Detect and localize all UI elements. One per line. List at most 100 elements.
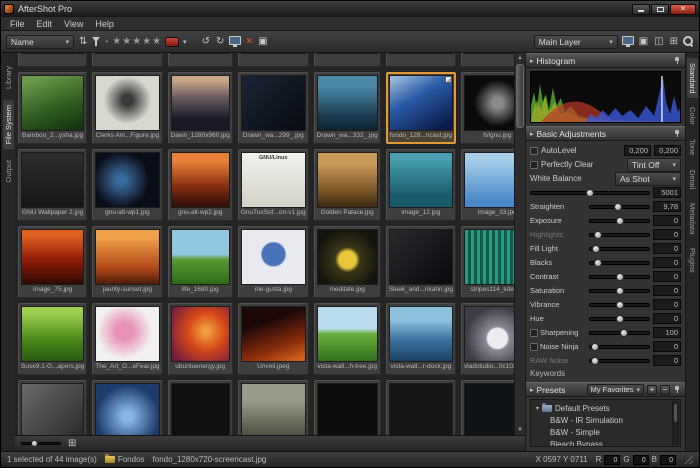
slider-handle[interactable] (616, 301, 624, 309)
slider[interactable] (589, 303, 650, 307)
slider[interactable] (589, 359, 650, 363)
basic-adjustments-header[interactable]: ▸ Basic Adjustments (526, 126, 685, 141)
slider[interactable] (589, 275, 650, 279)
thumbnail[interactable] (18, 380, 87, 435)
menu-view[interactable]: View (58, 18, 89, 30)
thumbnail[interactable] (314, 380, 381, 435)
slider[interactable] (589, 289, 650, 293)
autolevel-checkbox[interactable] (530, 147, 538, 155)
adjustment-value[interactable]: 0 (653, 229, 681, 240)
preset-item[interactable]: B&W - IR Simulation (532, 414, 679, 426)
scrollbar-thumb[interactable] (516, 64, 524, 128)
preset-scrollbar[interactable] (672, 401, 679, 445)
adjustment-value[interactable]: 0 (653, 243, 681, 254)
scroll-up-icon[interactable]: ▲ (515, 53, 525, 63)
menu-edit[interactable]: Edit (31, 18, 59, 30)
maximize-button[interactable] (651, 4, 669, 15)
slider[interactable] (589, 205, 650, 209)
sort-field-dropdown[interactable]: Name ▾ (6, 35, 74, 49)
vertical-scrollbar[interactable]: ▲ ▼ (514, 53, 525, 435)
thumbnail-selected[interactable]: fondo_128...ncast.jpg (386, 72, 456, 144)
tab-plugins[interactable]: Plugins (687, 243, 698, 278)
preset-item[interactable]: B&W - Simple (532, 426, 679, 438)
slider[interactable] (530, 191, 650, 195)
tab-color[interactable]: Color (687, 102, 698, 130)
thumbnail[interactable] (238, 53, 309, 67)
thumbnail-size-slider[interactable] (21, 442, 61, 445)
titlebar[interactable]: AfterShot Pro × (1, 1, 699, 17)
slider-handle[interactable] (620, 329, 628, 337)
adjustment-value[interactable]: 0 (653, 257, 681, 268)
layout-split-icon[interactable]: ◫ (653, 37, 664, 47)
filter-icon[interactable] (92, 37, 101, 47)
adjustment-value[interactable]: 0 (653, 299, 681, 310)
slider-handle[interactable] (31, 440, 38, 447)
snapshot-icon[interactable]: ▣ (257, 37, 268, 47)
slider-handle[interactable] (594, 259, 602, 267)
tab-tone[interactable]: Tone (687, 134, 698, 160)
menu-help[interactable]: Help (89, 18, 120, 30)
slider-handle[interactable] (591, 343, 599, 351)
slider[interactable] (589, 331, 650, 335)
slider-handle[interactable] (594, 231, 602, 239)
thumbnail[interactable] (168, 53, 233, 67)
star-icon[interactable]: ★ (152, 36, 161, 47)
add-preset-button[interactable]: + (647, 385, 657, 395)
thumbnail[interactable] (92, 53, 162, 67)
slider[interactable] (589, 317, 650, 321)
slider-handle[interactable] (591, 357, 599, 365)
thumbnail[interactable]: gnu-alt-wp2.jpg (168, 149, 233, 221)
adjustment-value[interactable]: 100 (653, 327, 681, 338)
checkbox[interactable] (530, 329, 538, 337)
tab-metadata[interactable]: Metadata (687, 198, 698, 239)
thumbnail[interactable]: jaunty-sunset.jpg (92, 226, 162, 298)
thumbnail[interactable]: Drawn_wa...299_.jpg (238, 72, 309, 144)
thumbnail[interactable] (18, 53, 87, 67)
thumbnail[interactable] (92, 380, 162, 435)
star-icon[interactable]: ★ (112, 36, 121, 47)
slider-handle[interactable] (592, 245, 600, 253)
layer-dropdown[interactable]: Main Layer ▾ (534, 35, 618, 49)
pin-icon[interactable] (673, 129, 681, 138)
thumbnail[interactable] (238, 380, 309, 435)
preset-folder[interactable]: ▾Default Presets (532, 402, 679, 414)
white-balance-dropdown[interactable]: As Shot ▾ (615, 172, 681, 186)
tab-standard[interactable]: Standard (687, 58, 698, 98)
reject-icon[interactable]: × (245, 37, 253, 47)
thumbnail[interactable]: Suse9.1-G...apers.jpg (18, 303, 87, 375)
adjustment-value[interactable]: 0 (653, 341, 681, 352)
chevron-down-icon[interactable]: ▾ (183, 38, 187, 46)
slider[interactable] (589, 261, 650, 265)
thumbnail[interactable]: life_1680.jpg (168, 226, 233, 298)
tab-file-system[interactable]: File System (3, 100, 14, 149)
slider[interactable] (589, 233, 650, 237)
thumbnail[interactable]: Drawn_wa...332_.jpg (314, 72, 381, 144)
slideshow-icon[interactable] (229, 36, 241, 45)
perfectly-clear-checkbox[interactable] (530, 161, 538, 169)
slider-handle[interactable] (616, 273, 624, 281)
autolevel-high-field[interactable]: 0,200 (654, 145, 681, 156)
adjustment-value[interactable]: 0 (653, 285, 681, 296)
slider-handle[interactable] (616, 287, 624, 295)
histogram-header[interactable]: ▸ Histogram (526, 53, 685, 68)
pin-icon[interactable] (673, 385, 681, 394)
star-icon[interactable]: ★ (132, 36, 141, 47)
thumbnail[interactable]: Unveil.jpeg (238, 303, 309, 375)
slider-handle[interactable] (616, 217, 624, 225)
thumbnail[interactable]: vista-wall...r-dock.jpg (386, 303, 456, 375)
star-icon[interactable]: ★ (142, 36, 151, 47)
thumbnail[interactable]: me-gusta.jpg (238, 226, 309, 298)
minimize-button[interactable] (632, 4, 650, 15)
thumbnail[interactable]: Bamboo_2...ysha.jpg (18, 72, 87, 144)
preset-collection-dropdown[interactable]: My Favorites ▾ (587, 384, 644, 395)
menu-file[interactable]: File (4, 18, 31, 30)
thumbnail[interactable]: GNU Wallpaper 2.jpg (18, 149, 87, 221)
thumbnail[interactable] (386, 53, 456, 67)
thumbnail[interactable]: Dawn_1280x960.jpg (168, 72, 233, 144)
tab-library[interactable]: Library (3, 61, 14, 94)
thumbnail[interactable]: Golden Palace.jpg (314, 149, 381, 221)
color-label-swatch[interactable] (165, 37, 179, 47)
tint-dropdown[interactable]: Tint Off ▾ (627, 158, 681, 172)
thumbnail[interactable] (314, 53, 381, 67)
layout-single-icon[interactable]: ▣ (638, 37, 649, 47)
